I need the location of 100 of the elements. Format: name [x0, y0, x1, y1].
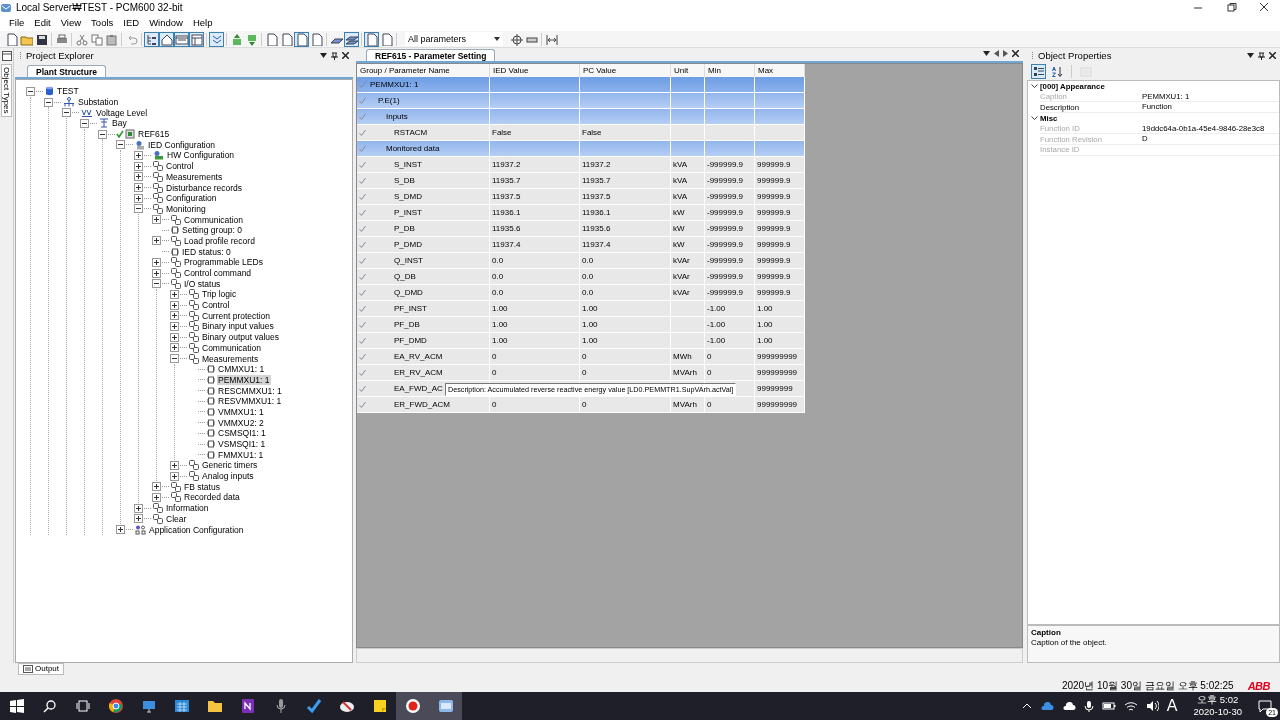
- taskbar-app[interactable]: [396, 692, 429, 720]
- expand-icon[interactable]: [152, 482, 161, 492]
- tree-item[interactable]: Communication: [201, 342, 263, 353]
- menu-item[interactable]: Help: [187, 17, 218, 29]
- menu-item[interactable]: Tools: [86, 17, 119, 29]
- tree-item[interactable]: Trip logic: [201, 289, 238, 300]
- tree-item[interactable]: RESCMMXU1: 1: [217, 385, 283, 396]
- expand-icon[interactable]: [170, 321, 179, 331]
- column-header[interactable]: PC Value: [580, 64, 671, 77]
- document-button[interactable]: [279, 31, 294, 47]
- tree-item[interactable]: FMMXU1: 1: [217, 449, 265, 460]
- tree-item[interactable]: Bay: [111, 118, 128, 129]
- menu-item[interactable]: File: [4, 17, 30, 29]
- table-row[interactable]: PF_INST 1.00 1.00 -1.00 1.00: [357, 301, 805, 317]
- document-button[interactable]: [379, 31, 394, 47]
- expand-icon[interactable]: [134, 172, 143, 182]
- expand-icon[interactable]: [134, 503, 143, 513]
- tree-item[interactable]: VMMXU2: 2: [217, 417, 265, 428]
- expand-icon[interactable]: [170, 289, 179, 299]
- tree-item[interactable]: PEMMXU1: 1: [217, 374, 271, 385]
- expand-icon[interactable]: [170, 460, 179, 470]
- filter-dropdown[interactable]: All parameters: [405, 32, 503, 46]
- categorized-button[interactable]: [1031, 64, 1046, 79]
- crosshair-button[interactable]: [509, 31, 524, 47]
- tree-item[interactable]: Generic timers: [201, 460, 259, 471]
- expand-icon[interactable]: [152, 257, 161, 267]
- tree-item[interactable]: Analog inputs: [201, 471, 255, 482]
- tree-item[interactable]: Disturbance records: [165, 182, 244, 193]
- collapse-icon[interactable]: [98, 129, 107, 139]
- collapse-icon[interactable]: [170, 354, 179, 364]
- tree-item[interactable]: Clear: [165, 513, 188, 524]
- tree-item[interactable]: Communication: [183, 214, 245, 225]
- collapse-icon[interactable]: [44, 97, 53, 107]
- pin-icon[interactable]: [331, 51, 338, 60]
- side-tab[interactable]: Object Types: [0, 64, 13, 117]
- close-icon[interactable]: [1012, 50, 1019, 57]
- tree-item[interactable]: TEST: [56, 86, 80, 97]
- tree-item[interactable]: Measurements: [165, 171, 224, 182]
- expand-icon[interactable]: [170, 343, 179, 353]
- column-header[interactable]: Max: [755, 64, 805, 77]
- table-row[interactable]: S_DMD 11937.5 11937.5 kVA -999999.9 999999.9: [357, 189, 805, 205]
- tree-item[interactable]: HW Configuration: [166, 150, 236, 161]
- collapse-icon[interactable]: [80, 118, 89, 128]
- document-button[interactable]: [264, 31, 279, 47]
- collapse-icon[interactable]: [152, 279, 161, 289]
- table-row[interactable]: PF_DB 1.00 1.00 -1.00 1.00: [357, 317, 805, 333]
- input-mode-indicator[interactable]: A: [1166, 696, 1178, 716]
- expand-icon[interactable]: [134, 514, 143, 524]
- tab[interactable]: REF615 - Parameter Setting: [366, 48, 496, 61]
- tree-item[interactable]: I/O status: [183, 278, 222, 289]
- column-header[interactable]: Group / Parameter Name: [357, 64, 490, 77]
- collapse-icon[interactable]: [116, 140, 125, 150]
- copy-button[interactable]: [89, 31, 104, 47]
- column-header[interactable]: IED Value: [490, 64, 580, 77]
- tree-item[interactable]: Substation: [77, 97, 120, 108]
- document-button[interactable]: [309, 31, 324, 47]
- collapse-icon[interactable]: [134, 204, 143, 214]
- tree-item[interactable]: CMMXU1: 1: [217, 364, 266, 375]
- table-row[interactable]: Q_DMD 0.0 0.0 kVAr -999999.9 999999.9: [357, 285, 805, 301]
- speaker-icon[interactable]: [1145, 700, 1159, 712]
- wifi-icon[interactable]: [1123, 701, 1138, 711]
- tree-item[interactable]: IED Configuration: [147, 139, 217, 150]
- expand-icon[interactable]: [170, 332, 179, 342]
- layers-button[interactable]: [344, 31, 359, 47]
- group-row[interactable]: PEMMXU1: 1: [357, 77, 805, 93]
- table-row[interactable]: EA_RV_ACM 0 0 MWh 0 999999999: [357, 349, 805, 365]
- expand-icon[interactable]: [134, 193, 143, 203]
- tree-item[interactable]: Binary input values: [201, 321, 275, 332]
- tree-item[interactable]: Control command: [183, 268, 253, 279]
- clock-date[interactable]: 2020-10-30: [1193, 706, 1242, 718]
- tree-item[interactable]: Programmable LEDs: [183, 257, 264, 268]
- tree-item[interactable]: IED status: 0: [181, 246, 232, 257]
- tree-item[interactable]: Recorded data: [183, 492, 241, 503]
- expand-icon[interactable]: [116, 525, 125, 535]
- table-row[interactable]: Q_DB 0.0 0.0 kVAr -999999.9 999999.9: [357, 269, 805, 285]
- table-row[interactable]: P_DB 11935.6 11935.6 kW -999999.9 999999.9: [357, 221, 805, 237]
- dropdown-icon[interactable]: [1247, 53, 1254, 58]
- sort-alphabetical-button[interactable]: [1050, 64, 1065, 79]
- expand-icon[interactable]: [170, 311, 179, 321]
- tree-item[interactable]: VMMXU1: 1: [217, 406, 265, 417]
- tree-item[interactable]: FB status: [183, 481, 221, 492]
- tree-item[interactable]: Current protection: [201, 310, 272, 321]
- menu-item[interactable]: IED: [118, 17, 145, 29]
- dropdown-icon[interactable]: [320, 53, 327, 58]
- tree-item[interactable]: CSMSQI1: 1: [217, 428, 267, 439]
- pin-icon[interactable]: [1258, 51, 1265, 60]
- table-row[interactable]: P_DMD 11937.4 11937.4 kW -999999.9 999999.9: [357, 237, 805, 253]
- document-button[interactable]: [294, 31, 309, 47]
- window-button[interactable]: [174, 31, 189, 47]
- tree-item[interactable]: Voltage Level: [95, 107, 149, 118]
- tab[interactable]: Plant Structure: [27, 64, 106, 77]
- document-button[interactable]: [364, 31, 379, 47]
- microphone-icon[interactable]: [1083, 700, 1094, 712]
- expand-icon[interactable]: [134, 161, 143, 171]
- menu-item[interactable]: Window: [144, 17, 188, 29]
- tree-view-button[interactable]: [144, 31, 159, 47]
- close-icon[interactable]: [342, 52, 349, 59]
- table-row[interactable]: PF_DMD 1.00 1.00 -1.00 1.00: [357, 333, 805, 349]
- collapse-icon[interactable]: [26, 86, 35, 96]
- expand-icon[interactable]: [152, 215, 161, 225]
